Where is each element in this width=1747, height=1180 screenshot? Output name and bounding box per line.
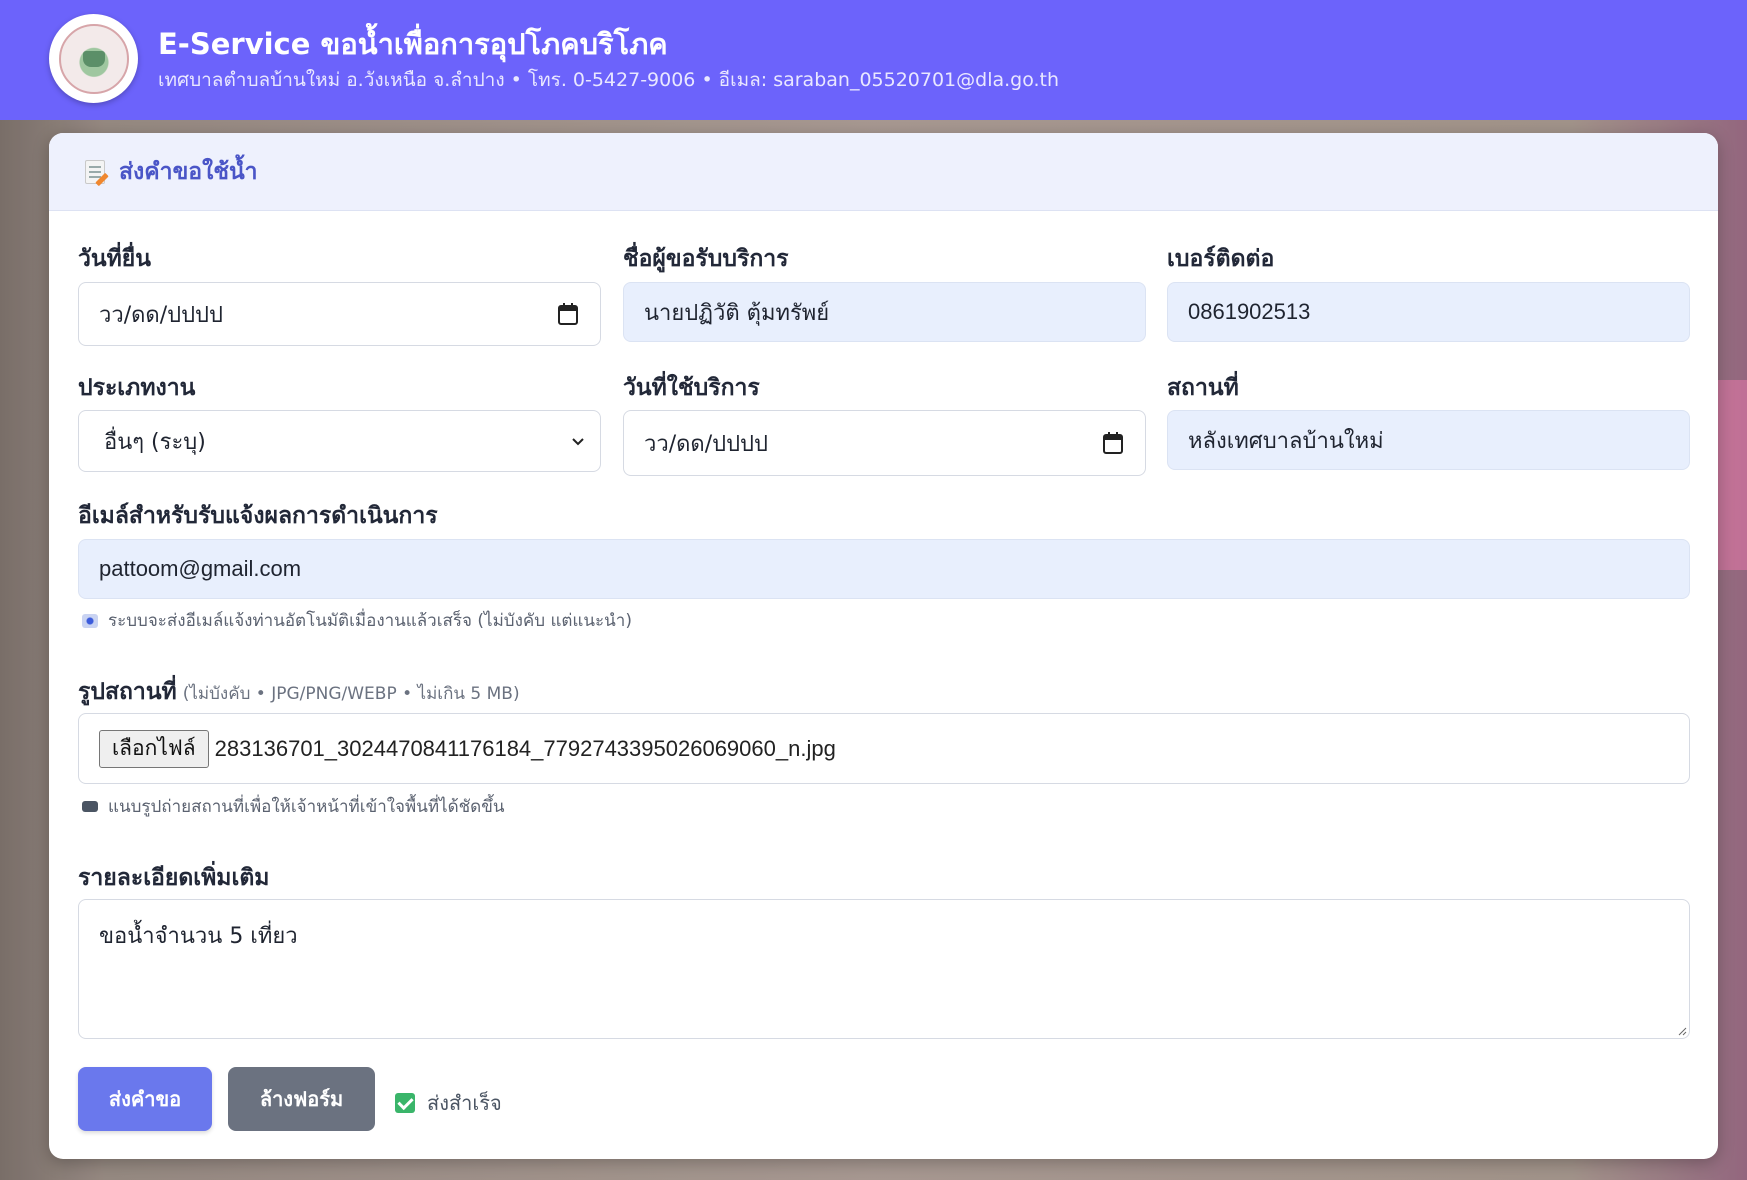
location-input[interactable]: หลังเทศบาลบ้านใหม่ — [1167, 410, 1690, 470]
details-textarea[interactable]: ขอน้ำจำนวน 5 เที่ยว — [78, 899, 1690, 1039]
app-header: E-Service ขอน้ำเพื่อการอุปโภคบริโภค เทศบ… — [0, 0, 1747, 120]
phone-value: 0861902513 — [1188, 299, 1311, 324]
job-type-select[interactable]: อื่นๆ (ระบุ) — [78, 410, 601, 472]
email-note: ระบบจะส่งอีเมล์แจ้งท่านอัตโนมัติเมื่องาน… — [82, 607, 632, 634]
municipality-seal-icon — [49, 14, 138, 103]
service-date-value: วว/ดด/ปปปป — [644, 431, 768, 457]
submit-date-value: วว/ดด/ปปปป — [99, 302, 223, 328]
job-type-label: ประเภทงาน — [78, 375, 196, 401]
email-input[interactable]: pattoom@gmail.com — [78, 539, 1690, 599]
job-type-value: อื่นๆ (ระบุ) — [104, 429, 206, 455]
photo-label: รูปสถานที่ (ไม่บังคับ • JPG/PNG/WEBP • ไม… — [78, 674, 520, 710]
service-date-label: วันที่ใช้บริการ — [623, 375, 760, 401]
submit-status: ส่งสำเร็จ — [395, 1087, 502, 1119]
calendar-icon[interactable] — [558, 303, 578, 325]
request-form-card: ส่งคำขอใช้น้ำ วันที่ยื่น วว/ดด/ปปปป ชื่อ… — [49, 133, 1718, 1159]
email-label: อีเมล์สำหรับรับแจ้งผลการดำเนินการ — [78, 503, 438, 529]
reset-button[interactable]: ล้างฟอร์ม — [228, 1067, 375, 1131]
file-name: 283136701_3024470841176184_7792743395026… — [214, 735, 836, 761]
photo-hint: (ไม่บังคับ • JPG/PNG/WEBP • ไม่เกิน 5 MB… — [182, 684, 520, 704]
requester-name-label: ชื่อผู้ขอรับบริการ — [623, 246, 789, 272]
details-value: ขอน้ำจำนวน 5 เที่ยว — [99, 924, 298, 949]
email-value: pattoom@gmail.com — [99, 556, 302, 581]
email-note-text: ระบบจะส่งอีเมล์แจ้งท่านอัตโนมัติเมื่องาน… — [108, 611, 632, 631]
submit-date-label: วันที่ยื่น — [78, 246, 151, 272]
page-subtitle: เทศบาลตำบลบ้านใหม่ อ.วังเหนือ จ.ลำปาง • … — [158, 69, 1060, 91]
location-value: หลังเทศบาลบ้านใหม่ — [1188, 428, 1384, 454]
memo-pencil-icon — [85, 159, 105, 184]
status-text: ส่งสำเร็จ — [427, 1091, 502, 1115]
photo-label-text: รูปสถานที่ — [78, 679, 177, 705]
page-title: E-Service ขอน้ำเพื่อการอุปโภคบริโภค — [158, 27, 668, 61]
info-icon — [82, 613, 98, 628]
photo-file-input[interactable]: เลือกไฟล์ 283136701_3024470841176184_779… — [78, 713, 1690, 784]
requester-name-input[interactable]: นายปฏิวัติ ตุ้มทรัพย์ — [623, 282, 1146, 342]
photo-note-text: แนบรูปถ่ายสถานที่เพื่อให้เจ้าหน้าที่เข้า… — [108, 797, 505, 817]
calendar-icon[interactable] — [1103, 432, 1123, 454]
submit-date-input[interactable]: วว/ดด/ปปปป — [78, 282, 601, 346]
chevron-down-icon — [572, 438, 584, 446]
phone-input[interactable]: 0861902513 — [1167, 282, 1690, 342]
resize-handle-icon[interactable] — [1677, 1026, 1687, 1036]
photo-note: แนบรูปถ่ายสถานที่เพื่อให้เจ้าหน้าที่เข้า… — [82, 793, 504, 820]
requester-name-value: นายปฏิวัติ ตุ้มทรัพย์ — [644, 300, 830, 326]
location-label: สถานที่ — [1167, 375, 1239, 401]
check-mark-icon — [395, 1093, 415, 1113]
card-header: ส่งคำขอใช้น้ำ — [49, 133, 1718, 211]
background-highlight — [1718, 380, 1747, 570]
details-label: รายละเอียดเพิ่มเติม — [78, 865, 270, 891]
service-date-input[interactable]: วว/ดด/ปปปป — [623, 410, 1146, 476]
choose-file-button[interactable]: เลือกไฟล์ — [99, 729, 209, 768]
card-title: ส่งคำขอใช้น้ำ — [119, 158, 258, 185]
submit-button[interactable]: ส่งคำขอ — [78, 1067, 212, 1131]
camera-icon — [82, 801, 98, 812]
phone-label: เบอร์ติดต่อ — [1167, 246, 1275, 272]
